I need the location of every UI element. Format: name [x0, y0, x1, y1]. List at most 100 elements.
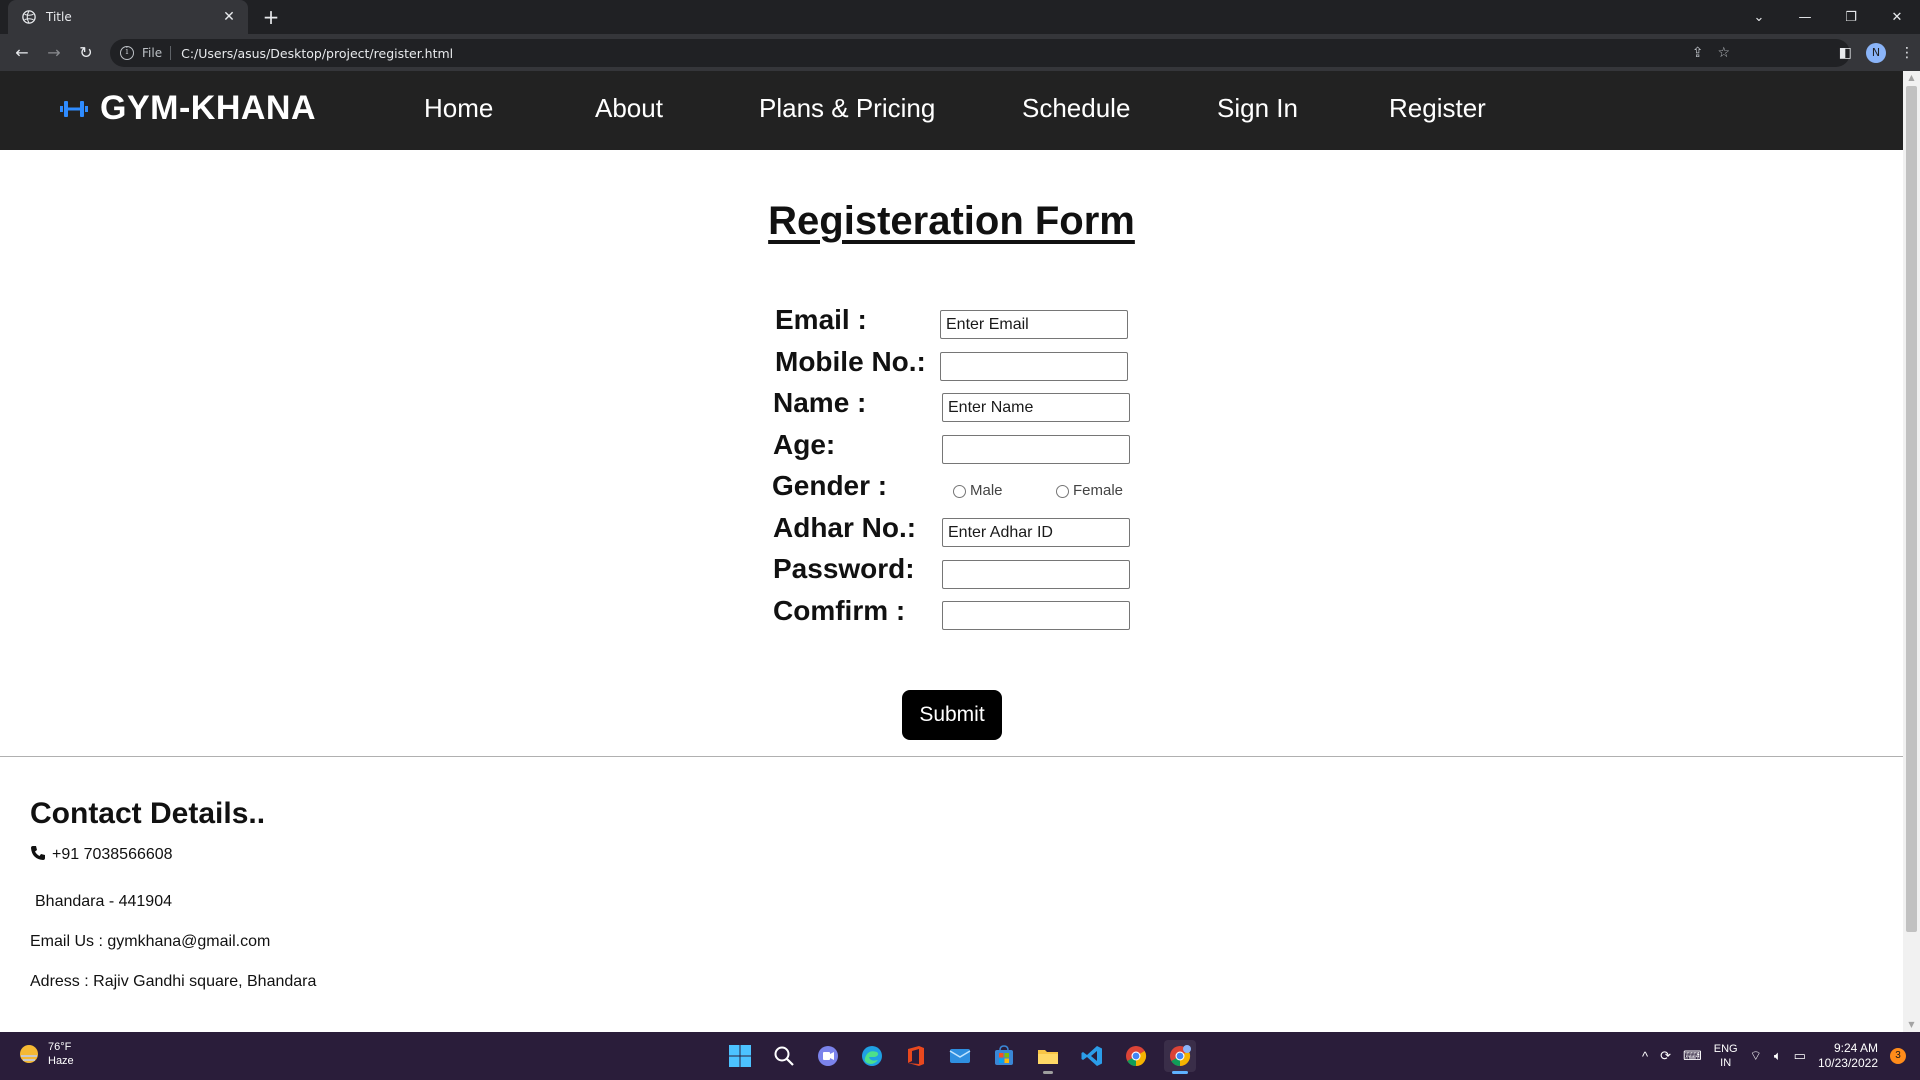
confirm-password-field[interactable] — [942, 601, 1130, 630]
new-tab-button[interactable]: + — [258, 4, 284, 30]
profile-avatar[interactable]: N — [1866, 43, 1886, 63]
browser-tabstrip: Title ✕ + ⌄ — ❐ ✕ — [0, 0, 1920, 34]
nav-link-schedule[interactable]: Schedule — [1022, 93, 1130, 124]
mail-icon — [949, 1049, 971, 1063]
vscode-icon — [1081, 1046, 1102, 1066]
gender-label: Gender : — [772, 470, 888, 501]
chrome-profile-button[interactable] — [1164, 1040, 1196, 1074]
volume-icon[interactable]: 🔈︎ — [1774, 1048, 1782, 1064]
mobile-field[interactable] — [940, 352, 1128, 381]
search-button[interactable] — [768, 1040, 800, 1072]
adhar-field[interactable] — [942, 518, 1130, 547]
contact-city: Bhandara - 441904 — [35, 893, 172, 910]
reload-button[interactable]: ↻ — [70, 37, 102, 69]
nav-link-home[interactable]: Home — [424, 93, 493, 124]
clock-time: 9:24 AM — [1833, 1041, 1878, 1055]
vscode-button[interactable] — [1076, 1040, 1108, 1072]
tab-title: Title — [46, 10, 72, 24]
brand[interactable]: GYM-KHANA — [60, 89, 316, 128]
age-label: Age: — [773, 429, 836, 460]
office-button[interactable] — [900, 1040, 932, 1072]
browser-tab[interactable]: Title ✕ — [8, 0, 248, 34]
lang-bottom: IN — [1720, 1057, 1732, 1069]
adhar-label: Adhar No.: — [773, 512, 917, 543]
age-field[interactable] — [942, 435, 1130, 464]
gender-female-radio[interactable] — [1056, 485, 1069, 498]
info-icon[interactable]: i — [120, 46, 134, 60]
start-button[interactable] — [724, 1040, 756, 1072]
keyboard-icon[interactable]: ⌨ — [1683, 1048, 1702, 1064]
weather-desc: Haze — [48, 1055, 74, 1067]
dumbbell-icon — [60, 100, 88, 117]
contact-phone-text: +91 7038566608 — [52, 846, 173, 863]
battery-icon[interactable]: ▭ — [1794, 1048, 1806, 1064]
chrome-icon — [1126, 1046, 1147, 1067]
scroll-up-arrow-icon[interactable]: ▲ — [1903, 71, 1920, 85]
nav-link-register[interactable]: Register — [1389, 93, 1486, 124]
clock[interactable]: 9:24 AM 10/23/2022 — [1818, 1041, 1878, 1071]
edge-browser-button[interactable] — [856, 1040, 888, 1072]
gender-male-radio[interactable] — [953, 485, 966, 498]
submit-button[interactable]: Submit — [902, 690, 1002, 740]
nav-link-sign-in[interactable]: Sign In — [1217, 93, 1298, 124]
side-panel-icon[interactable]: ◧ — [1839, 45, 1852, 61]
password-field[interactable] — [942, 560, 1130, 589]
teams-chat-button[interactable] — [812, 1040, 844, 1072]
contact-email: Email Us : gymkhana@gmail.com — [30, 933, 271, 950]
forward-button[interactable]: → — [38, 37, 70, 69]
scroll-down-arrow-icon[interactable]: ▼ — [1903, 1018, 1920, 1032]
url-text[interactable]: C:/Users/asus/Desktop/project/register.h… — [181, 46, 453, 61]
name-label: Name : — [773, 387, 867, 418]
language-indicator[interactable]: ENG IN — [1714, 1042, 1738, 1070]
phone-icon — [31, 846, 45, 860]
windows-logo-icon — [729, 1045, 751, 1067]
wifi-icon[interactable]: ⌔ — [1750, 1048, 1762, 1064]
notification-badge[interactable]: 3 — [1890, 1048, 1906, 1064]
haze-weather-icon — [20, 1045, 38, 1063]
chrome-profile-icon — [1170, 1045, 1191, 1067]
window-controls: ⌄ — ❐ ✕ — [1736, 0, 1920, 34]
running-indicator — [1172, 1071, 1188, 1074]
close-window-button[interactable]: ✕ — [1874, 10, 1920, 25]
back-button[interactable]: ← — [6, 37, 38, 69]
running-indicator — [1043, 1071, 1053, 1074]
chrome-button[interactable] — [1120, 1040, 1152, 1072]
mail-button[interactable] — [944, 1040, 976, 1072]
store-icon — [995, 1045, 1013, 1065]
office-icon — [908, 1046, 924, 1066]
nav-link-plans-pricing[interactable]: Plans & Pricing — [759, 93, 935, 124]
tab-search-icon[interactable]: ⌄ — [1736, 10, 1782, 25]
search-icon — [774, 1046, 794, 1066]
folder-icon — [1038, 1050, 1058, 1064]
gender-female-label: Female — [1073, 482, 1124, 499]
address-bar[interactable]: i File C:/Users/asus/Desktop/project/reg… — [110, 39, 1850, 67]
weather-widget[interactable]: 76°F Haze — [18, 1040, 74, 1068]
screen: Title ✕ + ⌄ — ❐ ✕ ← → ↻ i File C:/Users/… — [0, 0, 1920, 1080]
store-button[interactable] — [988, 1040, 1020, 1072]
file-explorer-button[interactable] — [1032, 1040, 1064, 1074]
clock-date: 10/23/2022 — [1817, 1056, 1878, 1070]
contact-phone: +91 7038566608 — [30, 845, 173, 864]
contact-address: Adress : Rajiv Gandhi square, Bhandara — [30, 973, 317, 990]
minimize-button[interactable]: — — [1782, 10, 1828, 25]
scrollbar-thumb[interactable] — [1906, 86, 1917, 932]
taskbar-apps — [724, 1040, 1196, 1074]
share-icon[interactable]: ⇪ — [1692, 45, 1704, 61]
close-tab-icon[interactable]: ✕ — [220, 9, 238, 25]
nav-link-about[interactable]: About — [595, 93, 663, 124]
sync-icon[interactable]: ⟳ — [1660, 1048, 1671, 1064]
toolbar-right: ◧ N ⋮ — [1839, 39, 1914, 67]
page-scrollbar[interactable]: ▲ ▼ — [1903, 71, 1920, 1032]
weather-temp: 76°F — [48, 1041, 72, 1053]
site-navbar: GYM-KHANA Home About Plans & Pricing Sch… — [0, 71, 1903, 150]
lang-top: ENG — [1713, 1043, 1738, 1055]
restore-button[interactable]: ❐ — [1828, 10, 1874, 25]
menu-kebab-icon[interactable]: ⋮ — [1900, 45, 1914, 61]
name-field[interactable] — [942, 393, 1130, 422]
email-field[interactable] — [940, 310, 1128, 339]
chat-icon — [818, 1046, 838, 1066]
mobile-label: Mobile No.: — [775, 346, 926, 377]
bookmark-star-icon[interactable]: ☆ — [1717, 45, 1730, 61]
omnibox-actions: ⇪ ☆ — [1692, 39, 1730, 67]
chevron-up-icon[interactable]: ^ — [1642, 1049, 1648, 1064]
